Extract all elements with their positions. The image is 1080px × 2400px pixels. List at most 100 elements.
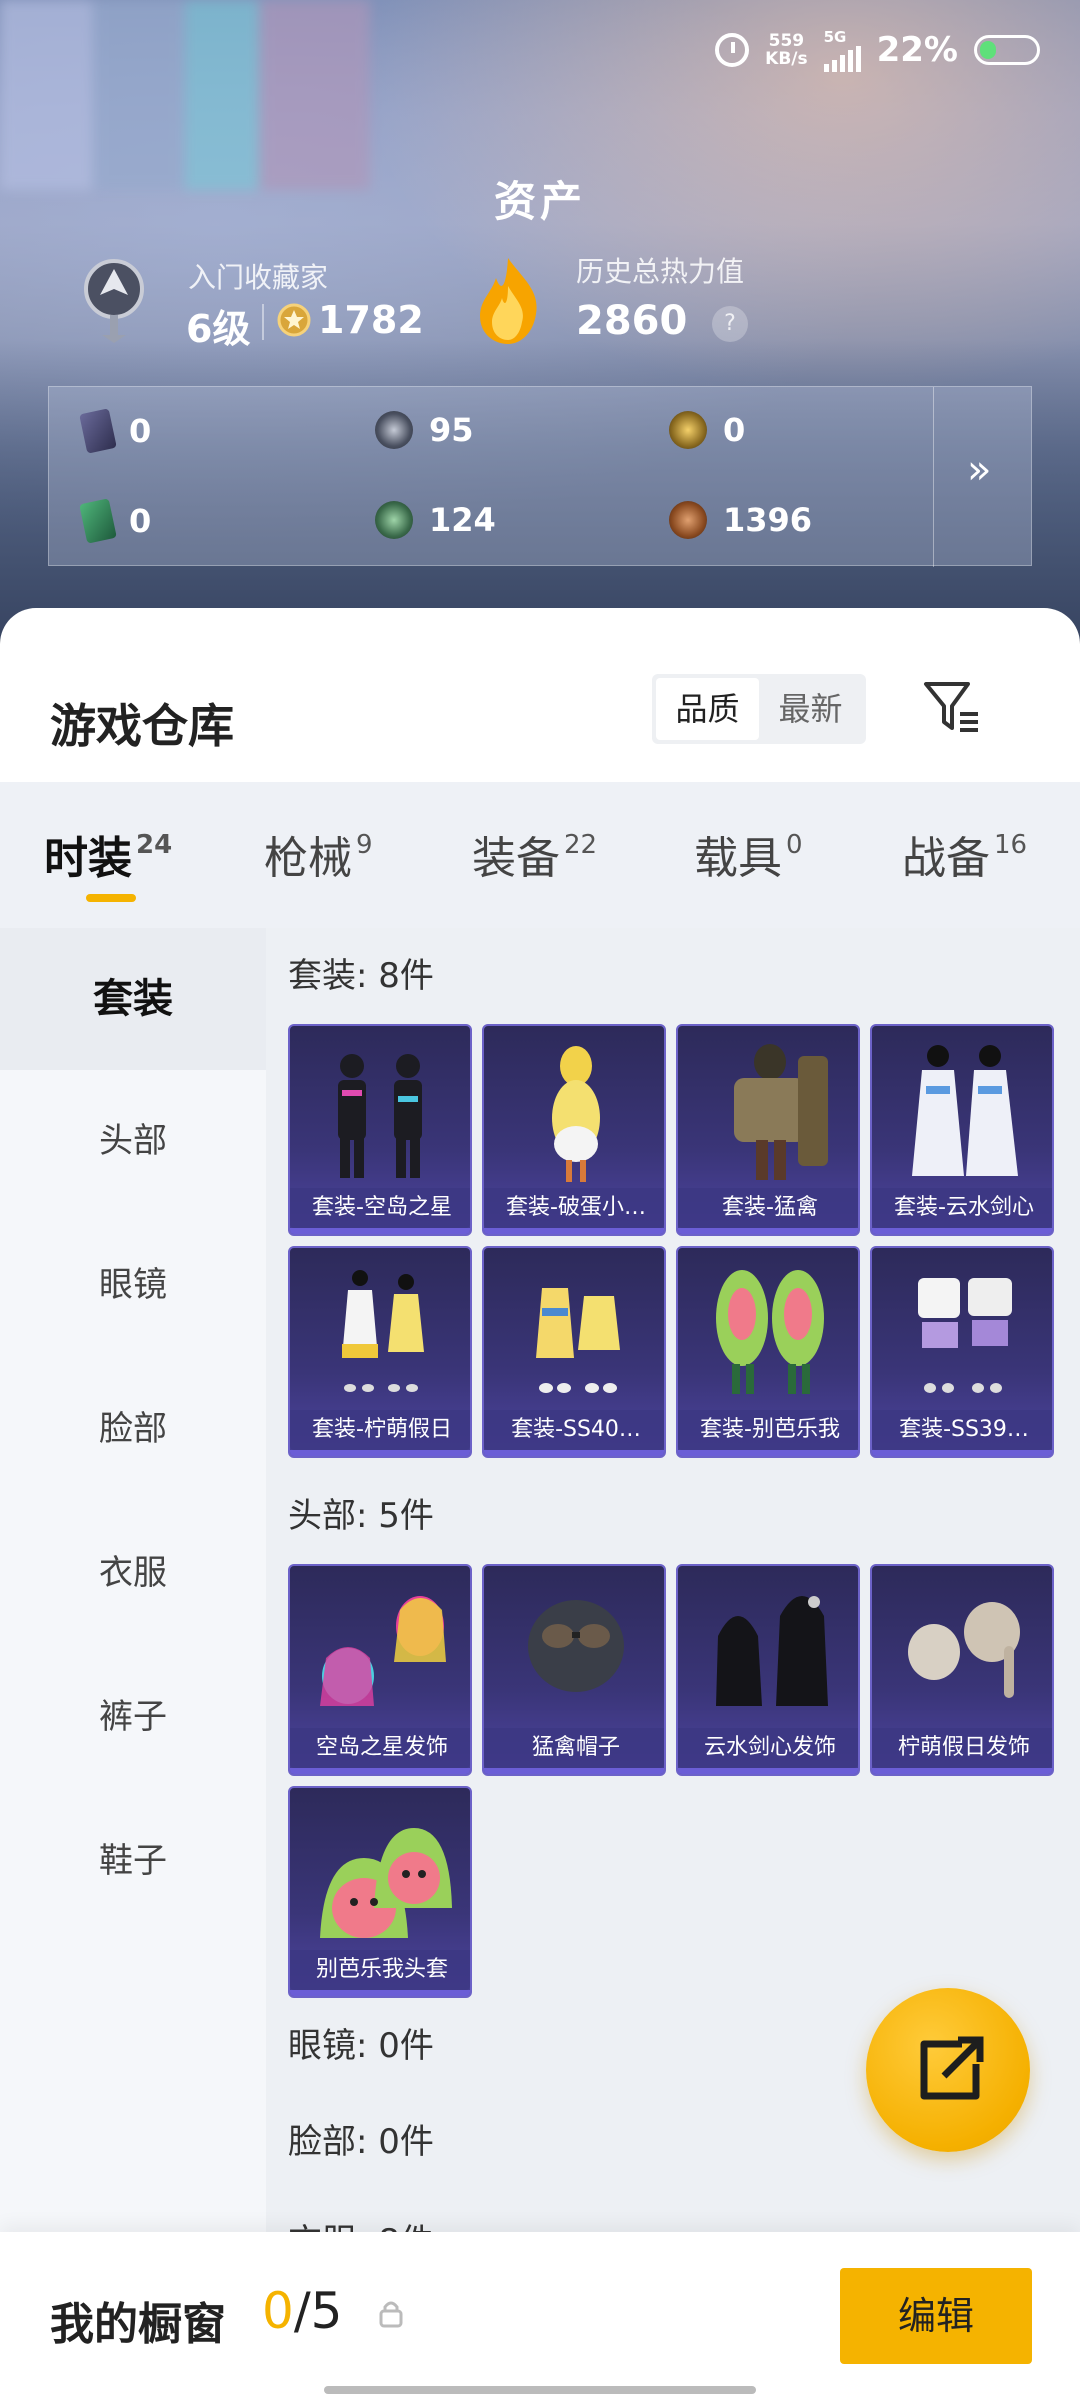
silver-coin-icon xyxy=(375,411,413,449)
sidebar-item-suits[interactable]: 套装 xyxy=(0,928,266,1070)
headwear-image xyxy=(320,1596,446,1706)
category-tabs: 时装 24 枪械 9 装备 22 载具 0 战备 16 xyxy=(0,782,1080,928)
green-coin-icon xyxy=(375,501,413,539)
sidebar-item-shoes[interactable]: 鞋子 xyxy=(0,1790,266,1932)
rank-score: 1782 xyxy=(318,298,424,342)
item-label: 套装-破蛋小… xyxy=(484,1188,664,1228)
headwear-image xyxy=(320,1828,452,1938)
tab-vehicles[interactable]: 载具 0 xyxy=(694,822,803,886)
rank-divider xyxy=(262,304,264,340)
lock-icon xyxy=(379,2301,403,2328)
showcase-count: 0/5 xyxy=(262,2282,342,2340)
outfit-image xyxy=(552,1046,600,1182)
sort-toggle: 品质 最新 xyxy=(652,674,866,744)
heat-value: 2860 xyxy=(576,298,688,344)
item-tile[interactable]: 别芭乐我头套 xyxy=(288,1786,472,1998)
net-speed: 559 KB/s xyxy=(765,32,807,68)
item-tile[interactable]: 柠萌假日发饰 xyxy=(870,1564,1054,1776)
flame-icon xyxy=(480,258,537,344)
tab-equipment[interactable]: 装备 22 xyxy=(472,822,597,886)
item-label: 云水剑心发饰 xyxy=(678,1728,858,1768)
outfit-image xyxy=(912,1045,1018,1176)
sidebar-item-glasses[interactable]: 眼镜 xyxy=(0,1214,266,1356)
item-label: 套装-猛禽 xyxy=(678,1188,858,1228)
headwear-image xyxy=(528,1600,624,1692)
outfit-image xyxy=(338,1054,422,1178)
currency-item: 1396 xyxy=(669,501,812,539)
item-label: 套装-空岛之星 xyxy=(290,1188,470,1228)
tab-weapons[interactable]: 枪械 9 xyxy=(264,822,373,886)
signal: 5G xyxy=(823,28,861,72)
showcase-title: 我的橱窗 xyxy=(50,2299,226,2350)
rank-medal-icon xyxy=(277,303,311,337)
home-indicator xyxy=(324,2386,756,2394)
currency-panel: 0 95 0 0 124 1396 » xyxy=(48,386,1032,567)
expand-arrow-icon[interactable]: » xyxy=(967,447,991,493)
item-tile[interactable]: 空岛之星发饰 xyxy=(288,1564,472,1776)
signal-bars-icon xyxy=(823,46,861,72)
item-label: 别芭乐我头套 xyxy=(290,1950,470,1990)
item-tile[interactable]: 套装-空岛之星 xyxy=(288,1024,472,1236)
currency-value: 95 xyxy=(429,411,474,449)
green-card-icon xyxy=(79,498,117,544)
share-button[interactable] xyxy=(866,1988,1030,2152)
item-tile[interactable]: 套装-破蛋小… xyxy=(482,1024,666,1236)
item-tile[interactable]: 套装-云水剑心 xyxy=(870,1024,1054,1236)
net-speed-value: 559 xyxy=(768,31,805,51)
item-grid: 套装: 8件 套装-空岛之星 套装-破蛋小… 套装-猛禽 套装-云水剑心 套装-… xyxy=(266,928,1080,2400)
outfit-image xyxy=(918,1278,1012,1393)
status-bar: 559 KB/s 5G 22% xyxy=(715,28,1040,72)
bronze-coin-icon xyxy=(669,501,707,539)
showcase-count-total: /5 xyxy=(293,2282,343,2340)
item-tile[interactable]: 云水剑心发饰 xyxy=(676,1564,860,1776)
warehouse-title: 游戏仓库 xyxy=(50,699,234,753)
currency-item: 95 xyxy=(375,411,474,449)
tab-fashion[interactable]: 时装 24 xyxy=(44,822,172,886)
item-tile[interactable]: 套装-猛禽 xyxy=(676,1024,860,1236)
blurred-avatar xyxy=(0,0,370,190)
currency-value: 124 xyxy=(429,501,496,539)
currency-value: 0 xyxy=(723,411,746,449)
outfit-image xyxy=(536,1288,620,1393)
item-tile[interactable]: 套装-柠萌假日 xyxy=(288,1246,472,1458)
active-tab-indicator xyxy=(86,894,136,902)
purple-card-icon xyxy=(79,408,117,454)
item-tile[interactable]: 套装-SS39… xyxy=(870,1246,1054,1458)
rank-level: 6级 xyxy=(186,307,251,351)
currency-item: 0 xyxy=(79,498,152,544)
sidebar-item-pants[interactable]: 裤子 xyxy=(0,1646,266,1788)
item-label: 空岛之星发饰 xyxy=(290,1728,470,1768)
currency-item: 0 xyxy=(79,408,152,454)
tab-supplies[interactable]: 战备 16 xyxy=(902,822,1027,886)
share-icon xyxy=(920,2036,984,2100)
filter-icon[interactable] xyxy=(922,680,982,736)
item-tile[interactable]: 套装-SS40… xyxy=(482,1246,666,1458)
sort-option-newest[interactable]: 最新 xyxy=(759,678,862,740)
item-tile[interactable]: 猛禽帽子 xyxy=(482,1564,666,1776)
currency-value: 1396 xyxy=(723,501,813,539)
item-label: 套装-云水剑心 xyxy=(872,1188,1052,1228)
alarm-icon xyxy=(715,33,750,67)
showcase-bar: 我的橱窗 0/5 编辑 xyxy=(0,2232,1080,2400)
item-label: 套装-柠萌假日 xyxy=(290,1410,470,1450)
help-icon[interactable]: ? xyxy=(712,306,748,342)
subcategory-sidebar: 套装 头部 眼镜 脸部 衣服 裤子 鞋子 xyxy=(0,928,266,2400)
currency-item: 0 xyxy=(669,411,745,449)
sidebar-item-clothes[interactable]: 衣服 xyxy=(0,1502,266,1644)
rank-badge-icon xyxy=(84,259,144,343)
item-tile[interactable]: 套装-别芭乐我 xyxy=(676,1246,860,1458)
currency-value: 0 xyxy=(129,502,152,540)
currency-value: 0 xyxy=(129,412,152,450)
item-label: 柠萌假日发饰 xyxy=(872,1728,1052,1768)
item-label: 套装-SS40… xyxy=(484,1410,664,1450)
sort-option-quality[interactable]: 品质 xyxy=(656,678,759,740)
item-label: 猛禽帽子 xyxy=(484,1728,664,1768)
battery-percent: 22% xyxy=(876,30,958,70)
item-label: 套装-SS39… xyxy=(872,1410,1052,1450)
sidebar-item-face[interactable]: 脸部 xyxy=(0,1358,266,1500)
panel-divider xyxy=(933,387,934,567)
section-title-head: 头部: 5件 xyxy=(288,1496,434,1536)
headwear-image xyxy=(908,1602,1020,1698)
sidebar-item-head[interactable]: 头部 xyxy=(0,1070,266,1212)
edit-button[interactable]: 编辑 xyxy=(840,2268,1032,2364)
